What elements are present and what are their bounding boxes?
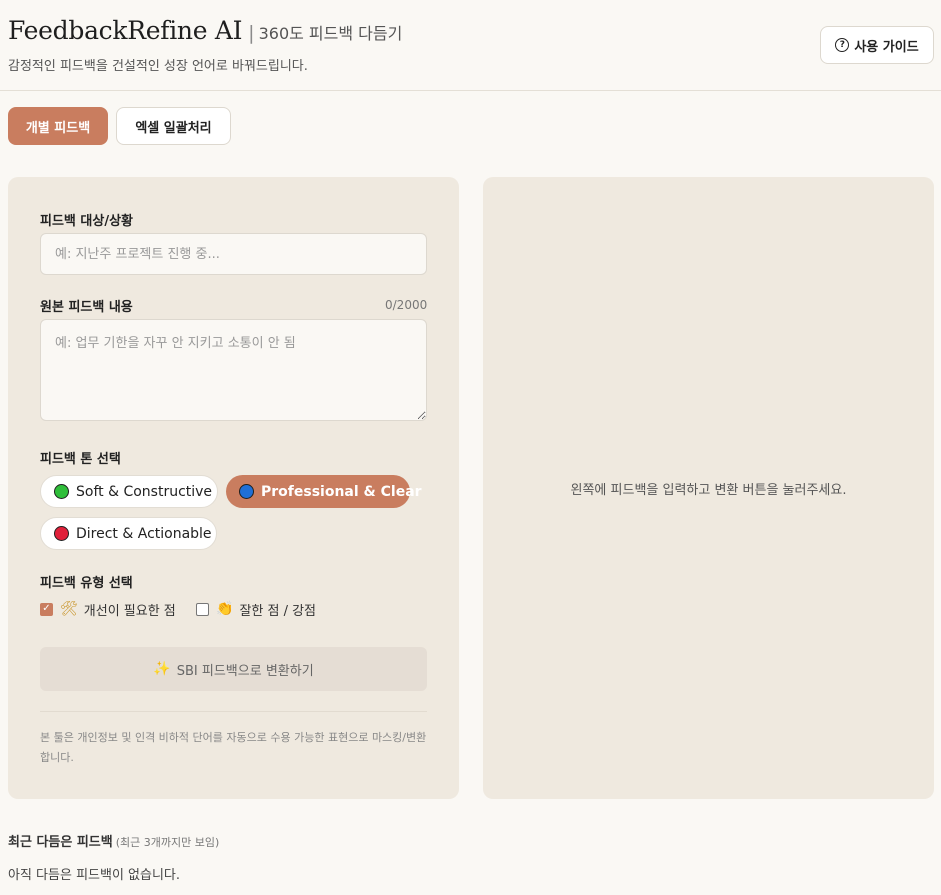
- brand: FeedbackRefine AI | 360도 피드백 다듬기: [8, 16, 402, 45]
- question-circle-icon: ?: [835, 38, 850, 52]
- tone-professional-clear[interactable]: Professional & Clear: [226, 475, 422, 508]
- brand-separator: |: [248, 22, 255, 44]
- blue-dot-icon: [239, 484, 254, 499]
- tab-individual-feedback[interactable]: 개별 피드백: [8, 107, 108, 145]
- app-header: FeedbackRefine AI | 360도 피드백 다듬기 감정적인 피드백을…: [0, 0, 941, 91]
- strength-checkbox[interactable]: [196, 602, 209, 616]
- recent-note: (최근 3개까지만 보임): [115, 836, 220, 849]
- brand-name: FeedbackRefine AI: [8, 16, 243, 45]
- recent-title-text: 최근 다듬은 피드백: [8, 835, 113, 850]
- tone-direct-actionable[interactable]: Direct & Actionable: [40, 517, 217, 550]
- type-label: 피드백 유형 선택: [40, 576, 133, 591]
- tone-label: 피드백 톤 선택: [40, 452, 121, 467]
- clapping-hands-icon: 👏: [216, 601, 234, 617]
- feedback-content-textarea[interactable]: [40, 319, 427, 421]
- result-panel: 왼쪽에 피드백을 입력하고 변환 버튼을 눌러주세요.: [483, 177, 934, 799]
- tagline: 감정적인 피드백을 건설적인 성장 언어로 바꿔드립니다.: [8, 59, 308, 74]
- sparkles-icon: ✨: [153, 661, 171, 677]
- target-input[interactable]: [40, 233, 427, 275]
- strength-label: 잘한 점 / 강점: [239, 603, 317, 619]
- tone-direct-label: Direct & Actionable: [76, 525, 212, 542]
- recent-empty-message: 아직 다듬은 피드백이 없습니다.: [8, 868, 181, 883]
- improvement-checkbox[interactable]: ✓: [40, 602, 53, 616]
- tools-icon: 🛠: [60, 601, 78, 617]
- content-label: 원본 피드백 내용: [40, 300, 133, 315]
- convert-button-label: SBI 피드백으로 변환하기: [176, 663, 314, 679]
- convert-button[interactable]: ✨ SBI 피드백으로 변환하기: [40, 647, 427, 691]
- red-dot-icon: [54, 526, 69, 541]
- tone-soft-constructive[interactable]: Soft & Constructive: [40, 475, 218, 508]
- char-counter: 0/2000: [385, 298, 428, 312]
- green-dot-icon: [54, 484, 69, 499]
- type-strength-option[interactable]: 👏 잘한 점 / 강점: [196, 600, 317, 619]
- guide-button[interactable]: ? 사용 가이드: [820, 26, 934, 64]
- improvement-label: 개선이 필요한 점: [83, 603, 176, 619]
- result-empty-message: 왼쪽에 피드백을 입력하고 변환 버튼을 눌러주세요.: [570, 482, 847, 498]
- tone-professional-label: Professional & Clear: [261, 483, 422, 500]
- target-label: 피드백 대상/상황: [40, 214, 133, 229]
- guide-button-label: 사용 가이드: [854, 39, 919, 55]
- brand-subtitle: 360도 피드백 다듬기: [258, 24, 403, 43]
- divider: [40, 711, 427, 712]
- disclaimer: 본 툴은 개인정보 및 인격 비하적 단어를 자동으로 수용 가능한 표현으로 …: [40, 731, 427, 764]
- tab-excel-batch[interactable]: 엑셀 일괄처리: [116, 107, 231, 145]
- type-improvement-option[interactable]: ✓ 🛠 개선이 필요한 점: [40, 600, 176, 619]
- tone-soft-label: Soft & Constructive: [76, 483, 213, 500]
- recent-feedback-title: 최근 다듬은 피드백 (최근 3개까지만 보임): [8, 831, 219, 850]
